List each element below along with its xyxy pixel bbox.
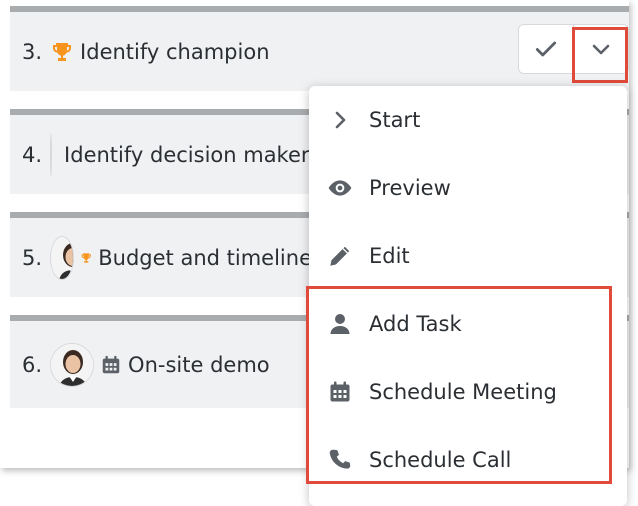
dropdown-highlight	[572, 27, 628, 83]
chevron-right-icon	[323, 103, 357, 137]
check-icon	[535, 41, 557, 57]
task-number: 3.	[22, 40, 43, 64]
task-row-label: 5. Budget and timeline	[22, 232, 312, 284]
task-title[interactable]: Identify champion	[80, 40, 269, 64]
task-row-label: 6. On-site demo	[22, 339, 312, 391]
menu-item-start[interactable]: Start	[309, 86, 627, 154]
trophy-icon	[81, 253, 91, 263]
task-row[interactable]: 3. Identify champion	[10, 6, 629, 91]
avatar	[50, 133, 53, 177]
menu-item-label: Preview	[369, 176, 451, 200]
menu-item-label: Edit	[369, 244, 410, 268]
task-title[interactable]: On-site demo	[128, 353, 270, 377]
menu-item-edit[interactable]: Edit	[309, 222, 627, 290]
avatar	[50, 236, 74, 280]
task-number: 6.	[22, 353, 43, 377]
task-number: 5.	[22, 246, 43, 270]
menu-item-label: Start	[369, 108, 421, 132]
eye-icon	[323, 171, 357, 205]
trophy-icon	[53, 43, 72, 61]
menu-item-preview[interactable]: Preview	[309, 154, 627, 222]
task-title[interactable]: Budget and timeline	[98, 246, 312, 270]
task-title[interactable]: Identify decision makers	[64, 143, 312, 167]
avatar	[50, 343, 95, 387]
task-number: 4.	[22, 143, 43, 167]
task-row-label: 4. Identify decision makers	[22, 129, 312, 181]
complete-task-button[interactable]	[519, 25, 573, 73]
pencil-icon	[323, 239, 357, 273]
menu-highlight	[306, 286, 612, 484]
task-row-label: 3. Identify champion	[22, 32, 270, 72]
calendar-icon	[102, 355, 120, 374]
